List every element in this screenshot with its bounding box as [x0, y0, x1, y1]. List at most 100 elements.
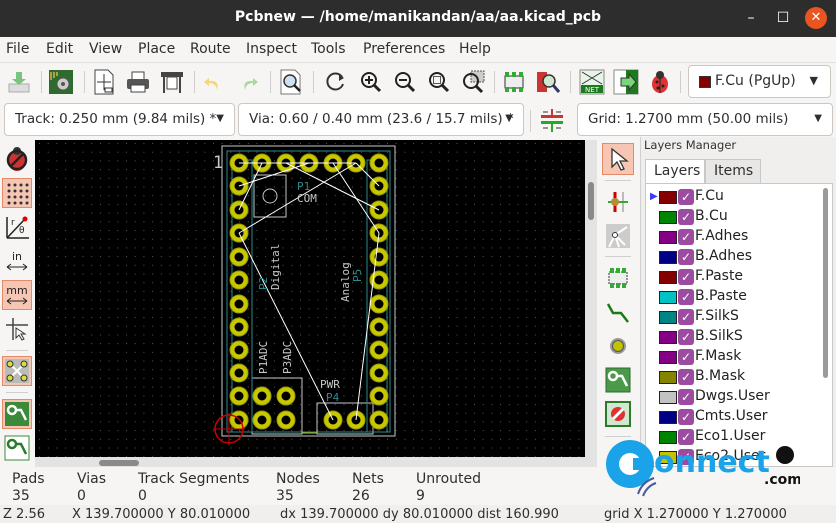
layer-color-swatch[interactable] — [659, 391, 677, 404]
active-layer-select[interactable]: F.Cu (PgUp) ▼ — [688, 65, 831, 98]
zoom-out-icon[interactable] — [391, 68, 419, 96]
layer-visibility-checkbox[interactable]: ✓ — [678, 269, 694, 285]
footprint-editor-icon[interactable] — [500, 68, 528, 96]
grid-toggle-icon[interactable] — [2, 178, 32, 208]
menu-tools[interactable]: Tools — [311, 41, 346, 57]
layer-visibility-checkbox[interactable]: ✓ — [678, 349, 694, 365]
tab-layers[interactable]: Layers — [645, 159, 705, 183]
menu-inspect[interactable]: Inspect — [246, 41, 297, 57]
layer-row-f-cu[interactable]: ▶ ✓ F.Cu — [646, 188, 826, 208]
highlight-net-icon[interactable] — [602, 220, 634, 252]
layer-color-swatch[interactable] — [659, 311, 677, 324]
layer-color-swatch[interactable] — [659, 411, 677, 424]
layer-color-swatch[interactable] — [659, 291, 677, 304]
add-zone-icon[interactable] — [602, 364, 634, 396]
layer-row-cmts-user[interactable]: ✓ Cmts.User — [646, 408, 826, 428]
undo-icon[interactable] — [200, 68, 228, 96]
layer-color-swatch[interactable] — [659, 211, 677, 224]
vertical-scrollbar[interactable] — [585, 140, 597, 467]
close-button[interactable]: ✕ — [805, 7, 827, 29]
page-settings-icon[interactable] — [90, 68, 118, 96]
layer-color-swatch[interactable] — [659, 351, 677, 364]
footprint-viewer-icon[interactable] — [534, 68, 562, 96]
layer-row-f-adhes[interactable]: ✓ F.Adhes — [646, 228, 826, 248]
scroll-thumb[interactable] — [588, 182, 594, 220]
layer-visibility-checkbox[interactable]: ✓ — [678, 209, 694, 225]
watermark-text: onnect — [654, 445, 770, 480]
zone-outline-icon[interactable] — [2, 433, 32, 463]
layer-visibility-checkbox[interactable]: ✓ — [678, 389, 694, 405]
layer-row-b-cu[interactable]: ✓ B.Cu — [646, 208, 826, 228]
zone-fill-icon[interactable] — [2, 399, 32, 429]
track-width-select[interactable]: Track: 0.250 mm (9.84 mils) * ▼ — [4, 103, 235, 136]
horizontal-scrollbar[interactable] — [35, 457, 585, 467]
redraw-icon[interactable] — [322, 68, 350, 96]
layer-visibility-checkbox[interactable]: ✓ — [678, 249, 694, 265]
board-setup-icon[interactable] — [47, 68, 75, 96]
pin1-label: 1 — [213, 153, 223, 173]
minimize-button[interactable]: – — [740, 7, 762, 29]
scroll-thumb[interactable] — [99, 460, 139, 466]
netlist-icon[interactable]: NET — [578, 68, 606, 96]
menu-edit[interactable]: Edit — [46, 41, 73, 57]
select-icon[interactable] — [602, 143, 634, 175]
menu-view[interactable]: View — [89, 41, 122, 57]
layer-visibility-checkbox[interactable]: ✓ — [678, 409, 694, 425]
maximize-button[interactable]: ☐ — [772, 7, 794, 29]
layer-color-swatch[interactable] — [659, 331, 677, 344]
zoom-fit-icon[interactable] — [425, 68, 453, 96]
layer-visibility-checkbox[interactable]: ✓ — [678, 369, 694, 385]
drc-icon[interactable] — [646, 68, 674, 96]
pcb-canvas[interactable]: 1 P1 COM P2 Digital Analog P5 P1ADC P3ADC PWR P4 — [35, 140, 585, 457]
plot-icon[interactable] — [158, 68, 186, 96]
layer-row-f-paste[interactable]: ✓ F.Paste — [646, 268, 826, 288]
menu-place[interactable]: Place — [138, 41, 175, 57]
add-via-icon[interactable] — [602, 330, 634, 362]
ratsnest-icon[interactable] — [2, 356, 32, 386]
units-mm-icon[interactable]: mm — [2, 280, 32, 310]
add-footprint-icon[interactable] — [602, 262, 634, 294]
layer-visibility-checkbox[interactable]: ✓ — [678, 289, 694, 305]
layer-visibility-checkbox[interactable]: ✓ — [678, 329, 694, 345]
add-keepout-icon[interactable] — [602, 398, 634, 430]
update-from-schematic-icon[interactable] — [612, 68, 640, 96]
polar-coords-icon[interactable]: rθ — [2, 212, 32, 242]
delta-readout: dx 139.700000 dy 80.010000 dist 160.990 — [280, 507, 559, 522]
menu-route[interactable]: Route — [190, 41, 231, 57]
layer-color-swatch[interactable] — [659, 251, 677, 264]
menu-preferences[interactable]: Preferences — [363, 41, 445, 57]
layer-row-b-paste[interactable]: ✓ B.Paste — [646, 288, 826, 308]
local-ratsnest-icon[interactable] — [602, 186, 634, 218]
units-inches-icon[interactable]: in — [2, 246, 32, 276]
layer-color-swatch[interactable] — [659, 191, 677, 204]
menu-help[interactable]: Help — [459, 41, 491, 57]
redo-icon[interactable] — [234, 68, 262, 96]
layer-row-dwgs-user[interactable]: ✓ Dwgs.User — [646, 388, 826, 408]
layer-row-f-mask[interactable]: ✓ F.Mask — [646, 348, 826, 368]
layer-row-b-silks[interactable]: ✓ B.SilkS — [646, 328, 826, 348]
layer-color-swatch[interactable] — [659, 371, 677, 384]
pcb-drawing[interactable]: 1P1COMP2 Digital Analog P5P1ADC P3ADCPWRP4 — [35, 140, 585, 457]
grid-select[interactable]: Grid: 1.2700 mm (50.00 mils) ▼ — [577, 103, 833, 136]
layer-visibility-checkbox[interactable]: ✓ — [678, 229, 694, 245]
print-icon[interactable] — [124, 68, 152, 96]
layer-color-swatch[interactable] — [659, 271, 677, 284]
save-icon[interactable] — [5, 68, 33, 96]
zoom-selection-icon[interactable] — [460, 68, 488, 96]
menu-file[interactable]: File — [6, 41, 29, 57]
auto-track-width-icon[interactable] — [538, 106, 566, 134]
layer-color-swatch[interactable] — [659, 231, 677, 244]
route-track-icon[interactable] — [602, 296, 634, 328]
zoom-in-icon[interactable] — [357, 68, 385, 96]
layer-visibility-checkbox[interactable]: ✓ — [678, 309, 694, 325]
layer-row-b-adhes[interactable]: ✓ B.Adhes — [646, 248, 826, 268]
cursor-shape-icon[interactable] — [2, 314, 32, 344]
tab-items[interactable]: Items — [705, 159, 761, 183]
find-icon[interactable] — [277, 68, 305, 96]
via-size-select[interactable]: Via: 0.60 / 0.40 mm (23.6 / 15.7 mils) *… — [238, 103, 524, 136]
drc-off-icon[interactable] — [2, 144, 32, 174]
vias-info: Vias 0 — [77, 471, 106, 504]
layer-visibility-checkbox[interactable]: ✓ — [678, 189, 694, 205]
layer-row-b-mask[interactable]: ✓ B.Mask — [646, 368, 826, 388]
layer-row-f-silks[interactable]: ✓ F.SilkS — [646, 308, 826, 328]
